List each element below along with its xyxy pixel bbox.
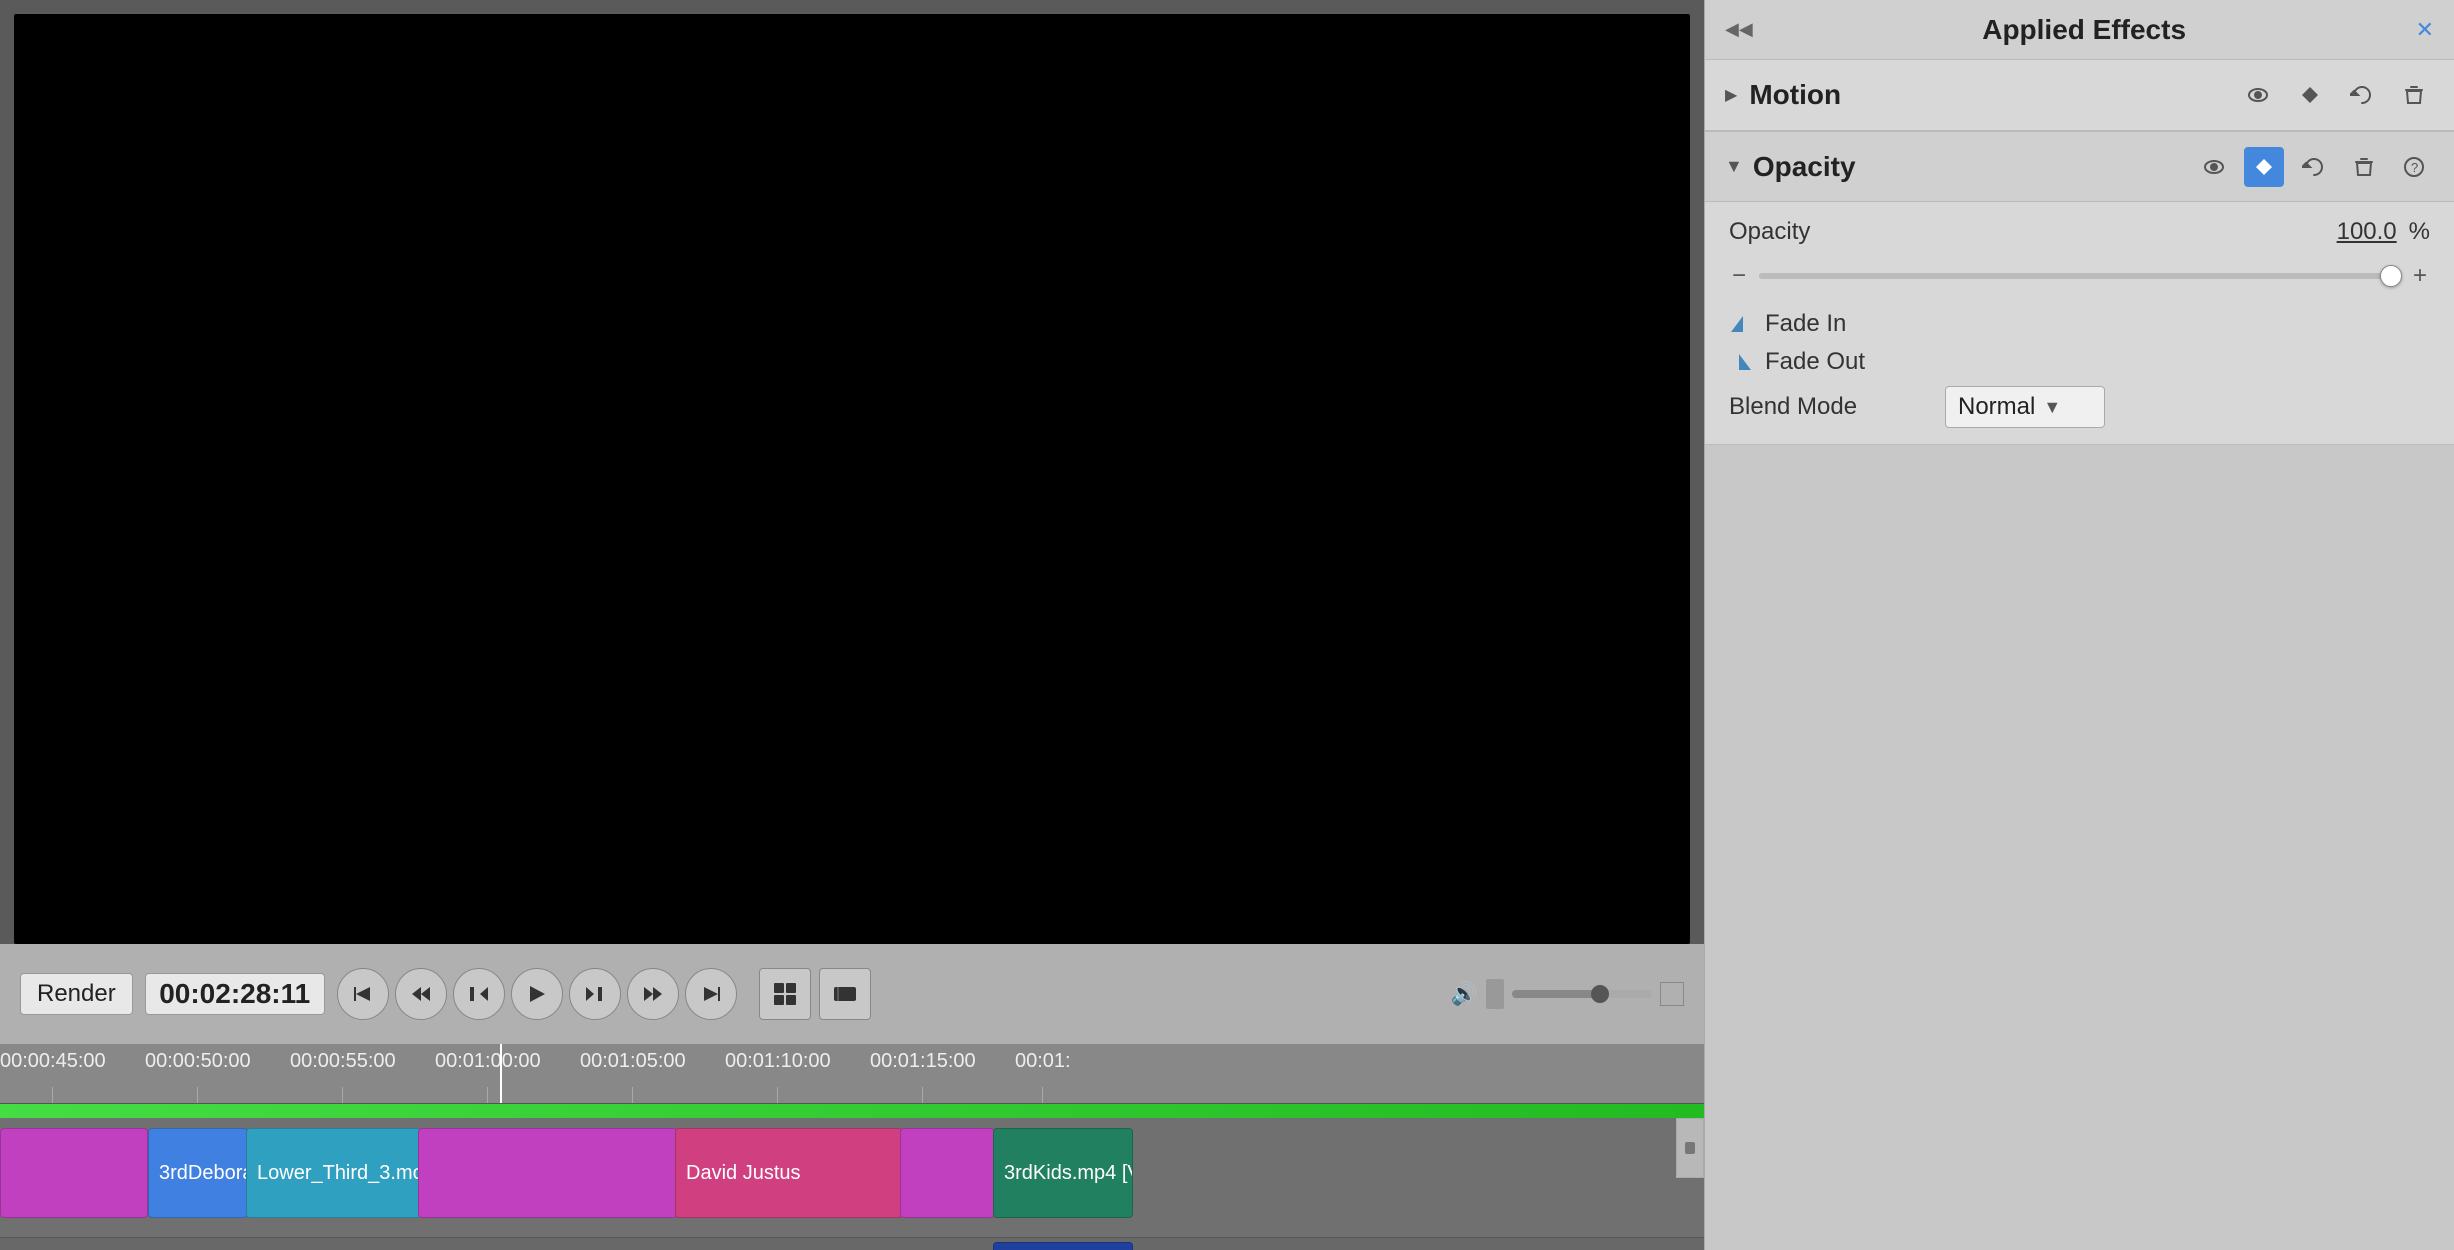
volume-area: 🔊 [1451, 979, 1684, 1009]
opacity-content: Opacity 100.0 % − + Fade In [1705, 202, 2454, 444]
motion-keyframe-button[interactable] [2290, 75, 2330, 115]
ruler-mark-8: 00:01: [1015, 1044, 1071, 1103]
fast-forward-button[interactable] [627, 968, 679, 1020]
opacity-unit: % [2409, 218, 2430, 246]
clip-purple-1[interactable] [0, 1128, 148, 1218]
video-preview [14, 14, 1690, 944]
opacity-collapse-arrow[interactable]: ▼ [1725, 156, 1743, 177]
fade-in-row: Fade In [1729, 310, 2430, 338]
ruler-mark-6: 00:01:10:00 [725, 1044, 831, 1103]
opacity-value-row: Opacity 100.0 % [1729, 218, 2430, 246]
volume-slider[interactable] [1512, 990, 1652, 998]
motion-section-header[interactable]: ▶ Motion [1705, 60, 2454, 130]
settings-view-button[interactable] [759, 968, 811, 1020]
effects-panel-close-button[interactable]: ✕ [2416, 17, 2434, 43]
opacity-slider-thumb[interactable] [2380, 265, 2402, 287]
tracks-container: 3rdDeborahJo Lower_Third_3.mov David Jus… [0, 1118, 1704, 1250]
opacity-value[interactable]: 100.0 [2337, 218, 2397, 246]
clip-3rdkids-v[interactable]: 3rdKids.mp4 [V] [993, 1128, 1133, 1218]
opacity-slider-minus[interactable]: − [1729, 262, 1749, 290]
opacity-section-header[interactable]: ▼ Opacity [1705, 132, 2454, 202]
timeline-ruler: 00:00:45:00 00:00:50:00 00:00:55:00 00:0… [0, 1044, 1704, 1104]
video-track-1: 3rdDeborahJo Lower_Third_3.mov David Jus… [0, 1118, 1704, 1238]
go-to-end-button[interactable] [685, 968, 737, 1020]
ruler-marks: 00:00:45:00 00:00:50:00 00:00:55:00 00:0… [0, 1044, 1704, 1103]
fade-in-label: Fade In [1765, 310, 1846, 338]
opacity-slider-plus[interactable]: + [2410, 262, 2430, 290]
ruler-mark-7: 00:01:15:00 [870, 1044, 976, 1103]
opacity-keyframe-button[interactable] [2244, 147, 2284, 187]
view-buttons [759, 968, 871, 1020]
opacity-param-label: Opacity [1729, 218, 1869, 246]
step-back-button[interactable] [453, 968, 505, 1020]
fade-in-icon [1729, 312, 1753, 336]
clip-view-button[interactable] [819, 968, 871, 1020]
fade-out-icon [1729, 350, 1753, 374]
motion-expand-arrow: ▶ [1725, 85, 1737, 105]
playhead[interactable] [500, 1044, 502, 1103]
motion-visibility-button[interactable] [2238, 75, 2278, 115]
clip-purple-3[interactable] [900, 1128, 995, 1218]
timeline-area: 00:00:45:00 00:00:50:00 00:00:55:00 00:0… [0, 1044, 1704, 1250]
mute-button[interactable] [1486, 979, 1504, 1009]
clip-3rdDeborahJo[interactable]: 3rdDeborahJo [148, 1128, 248, 1218]
ruler-mark-5: 00:01:05:00 [580, 1044, 686, 1103]
opacity-section: ▼ Opacity [1705, 132, 2454, 445]
effects-panel-empty [1705, 445, 2454, 1250]
effects-panel-header: ◀◀ Applied Effects ✕ [1705, 0, 2454, 60]
fade-out-row: Fade Out [1729, 348, 2430, 376]
go-to-start-button[interactable] [337, 968, 389, 1020]
ruler-mark-2: 00:00:50:00 [145, 1044, 251, 1103]
render-bar [0, 1104, 1704, 1118]
opacity-visibility-button[interactable] [2194, 147, 2234, 187]
svg-text:?: ? [2411, 160, 2418, 175]
audio-track-1: 3rdKids.mp4 [A] [0, 1238, 1704, 1250]
blend-mode-row: Blend Mode Normal ▼ [1729, 386, 2430, 428]
opacity-slider-track[interactable] [1759, 273, 2400, 279]
transport-controls [337, 968, 737, 1020]
transport-bar: Render 00:02:28:11 [0, 944, 1704, 1044]
motion-reset-button[interactable] [2342, 75, 2382, 115]
ruler-mark-4: 00:01:00:00 [435, 1044, 541, 1103]
volume-end-button[interactable] [1660, 982, 1684, 1006]
collapse-panel-button[interactable]: ◀◀ [1725, 19, 1753, 40]
blend-mode-label: Blend Mode [1729, 393, 1929, 421]
fade-out-label: Fade Out [1765, 348, 1865, 376]
ruler-mark-1: 00:00:45:00 [0, 1044, 106, 1103]
opacity-help-button[interactable]: ? [2394, 147, 2434, 187]
clip-david-justus[interactable]: David Justus [675, 1128, 903, 1218]
opacity-slider-row: − + [1729, 262, 2430, 290]
render-button[interactable]: Render [20, 973, 133, 1015]
blend-mode-value: Normal [1958, 393, 2035, 421]
clip-purple-2[interactable] [418, 1128, 678, 1218]
opacity-reset-button[interactable] [2294, 147, 2334, 187]
blend-mode-select[interactable]: Normal ▼ [1945, 386, 2105, 428]
play-button[interactable] [511, 968, 563, 1020]
step-forward-button[interactable] [569, 968, 621, 1020]
opacity-section-title: Opacity [1753, 151, 2184, 183]
clip-3rdkids-a[interactable]: 3rdKids.mp4 [A] [993, 1242, 1133, 1250]
speaker-icon: 🔊 [1451, 981, 1478, 1007]
motion-section: ▶ Motion [1705, 60, 2454, 131]
motion-delete-button[interactable] [2394, 75, 2434, 115]
clip-lower-third-3[interactable]: Lower_Third_3.mov [246, 1128, 421, 1218]
effects-panel-title: Applied Effects [1765, 14, 2404, 46]
opacity-delete-button[interactable] [2344, 147, 2384, 187]
blend-mode-dropdown-arrow: ▼ [2043, 397, 2061, 418]
ruler-mark-3: 00:00:55:00 [290, 1044, 396, 1103]
motion-section-title: Motion [1749, 79, 2226, 111]
timeline-scrollbar[interactable] [1676, 1118, 1704, 1178]
timecode-display[interactable]: 00:02:28:11 [145, 973, 325, 1015]
rewind-button[interactable] [395, 968, 447, 1020]
effects-panel: ◀◀ Applied Effects ✕ ▶ Motion [1704, 0, 2454, 1250]
